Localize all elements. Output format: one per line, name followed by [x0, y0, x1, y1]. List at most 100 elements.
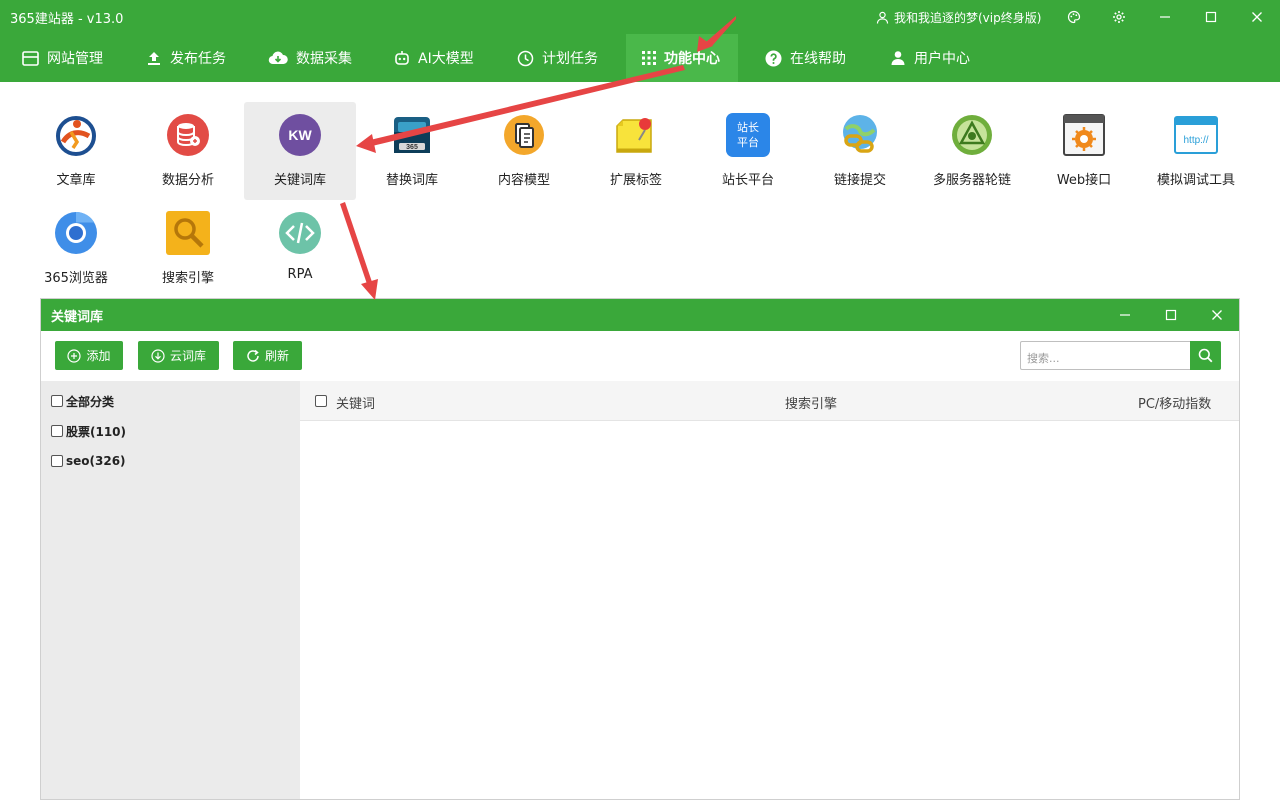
fn-link-submit[interactable]: 链接提交	[804, 102, 916, 200]
user-name: 我和我追逐的梦(vip终身版)	[894, 11, 1042, 25]
webmaster-icon: 站长 平台	[725, 112, 771, 158]
add-button[interactable]: 添加	[55, 341, 123, 370]
fn-multi-server-link[interactable]: 多服务器轮链	[916, 102, 1028, 200]
search-input[interactable]: 搜索...	[1020, 341, 1190, 370]
fn-label: RPA	[287, 267, 313, 282]
category-checkbox[interactable]	[51, 395, 63, 407]
help-icon	[765, 50, 782, 66]
svg-text:平台: 平台	[737, 135, 759, 149]
search-engine-icon	[165, 210, 211, 256]
fn-webmaster-platform[interactable]: 站长 平台 站长平台	[692, 102, 804, 200]
kw-icon: KW	[277, 112, 323, 158]
annotation-arrow-head	[361, 279, 378, 300]
category-item-stocks[interactable]: 股票(110)	[51, 422, 126, 440]
dialog-minimize-icon[interactable]	[1116, 306, 1134, 324]
refresh-icon	[247, 349, 259, 362]
fn-search-engine[interactable]: 搜索引擎	[132, 200, 244, 298]
fn-label: 多服务器轮链	[932, 173, 1011, 188]
category-checkbox[interactable]	[51, 455, 63, 467]
fn-label: 365浏览器	[44, 271, 108, 286]
fn-replace-library[interactable]: 365 替换词库	[356, 102, 468, 200]
user-outline-icon	[876, 11, 889, 24]
fn-content-model[interactable]: 内容模型	[468, 102, 580, 200]
settings-gear-icon[interactable]	[1110, 8, 1128, 26]
app-title: 365建站器 - v13.0	[10, 12, 124, 27]
fn-keyword-library[interactable]: KW 关键词库	[244, 102, 356, 200]
link-submit-icon	[837, 112, 883, 158]
dialog-close-icon[interactable]	[1208, 306, 1226, 324]
replace-library-icon: 365	[389, 112, 435, 158]
article-library-icon	[53, 112, 99, 158]
dialog-maximize-icon[interactable]	[1162, 306, 1180, 324]
theme-palette-icon[interactable]	[1065, 8, 1083, 26]
keyword-table-header: 关键词 搜索引擎 PC/移动指数	[300, 381, 1239, 421]
fn-label: 内容模型	[497, 173, 550, 188]
fn-365-browser[interactable]: 365浏览器	[20, 200, 132, 298]
code-icon	[277, 210, 323, 256]
fn-label: 替换词库	[385, 173, 438, 188]
tag-pin-icon	[613, 112, 659, 158]
content-model-icon	[501, 112, 547, 158]
fn-data-analysis[interactable]: 数据分析	[132, 102, 244, 200]
plus-circle-icon	[67, 348, 82, 363]
category-item-seo[interactable]: seo(326)	[51, 452, 126, 470]
column-keyword[interactable]: 关键词	[336, 393, 375, 412]
clock-icon	[517, 50, 534, 66]
fn-label: 数据分析	[161, 173, 214, 188]
fn-web-api[interactable]: Web接口	[1028, 102, 1140, 200]
dialog-title-bar: 关键词库	[41, 299, 1239, 331]
column-search-engine[interactable]: 搜索引擎	[785, 393, 837, 412]
svg-text:365: 365	[406, 144, 418, 151]
category-sidebar: 全部分类 股票(110) seo(326)	[41, 381, 300, 799]
fn-article-library[interactable]: 文章库	[20, 102, 132, 200]
main-nav: 网站管理 发布任务 数据采集 AI大模型 计划任务 功能中心 在线帮助 用户中心	[0, 34, 1280, 82]
cloud-library-button[interactable]: 云词库	[138, 341, 219, 370]
nav-online-help[interactable]: 在线帮助	[765, 34, 846, 82]
fn-label: 链接提交	[833, 173, 886, 188]
fn-http-debug-tool[interactable]: http:// 模拟调试工具	[1140, 102, 1252, 200]
nav-scheduled-task[interactable]: 计划任务	[517, 34, 598, 82]
keyword-library-dialog: 关键词库 添加 云词库 刷新 搜索... 全部分类 股票(110) seo(32…	[40, 298, 1240, 800]
user-account[interactable]: 我和我追逐的梦(vip终身版)	[876, 9, 1041, 26]
fn-extension-tags[interactable]: 扩展标签	[580, 102, 692, 200]
nav-website-management[interactable]: 网站管理	[22, 34, 103, 82]
layout-icon	[22, 50, 39, 66]
category-checkbox[interactable]	[51, 425, 63, 437]
nav-data-collection[interactable]: 数据采集	[268, 34, 352, 82]
web-api-icon	[1061, 112, 1107, 158]
browser-icon	[53, 210, 99, 256]
select-all-checkbox[interactable]	[315, 395, 327, 407]
fn-label: 关键词库	[273, 173, 326, 188]
nav-user-center[interactable]: 用户中心	[890, 34, 970, 82]
category-item-all[interactable]: 全部分类	[51, 392, 114, 410]
fn-label: 站长平台	[721, 173, 774, 188]
svg-text:http://: http://	[1183, 135, 1208, 146]
dialog-title: 关键词库	[51, 310, 104, 325]
grid-icon	[642, 51, 656, 65]
svg-text:KW: KW	[288, 127, 312, 143]
fn-label: 扩展标签	[609, 173, 662, 188]
fn-label: 模拟调试工具	[1156, 173, 1235, 188]
fn-label: 文章库	[56, 173, 96, 188]
nav-function-center[interactable]: 功能中心	[626, 34, 738, 82]
column-pc-mobile-index[interactable]: PC/移动指数	[1138, 393, 1211, 412]
fn-label: Web接口	[1056, 173, 1112, 188]
download-circle-icon	[151, 348, 165, 363]
nav-publish-task[interactable]: 发布任务	[146, 34, 226, 82]
database-icon	[165, 112, 211, 158]
nav-ai-model[interactable]: AI大模型	[394, 34, 474, 82]
close-icon[interactable]	[1248, 8, 1266, 26]
cloud-download-icon	[268, 51, 288, 65]
fn-rpa[interactable]: RPA	[244, 200, 356, 298]
refresh-button[interactable]: 刷新	[233, 341, 302, 370]
fn-label: 搜索引擎	[161, 271, 214, 286]
search-icon	[1198, 348, 1213, 363]
search-button[interactable]	[1190, 341, 1221, 370]
robot-icon	[395, 51, 409, 65]
svg-text:站长: 站长	[737, 120, 759, 134]
user-icon	[891, 51, 905, 65]
maximize-icon[interactable]	[1202, 8, 1220, 26]
minimize-icon[interactable]	[1156, 8, 1174, 26]
http-debug-icon: http://	[1173, 112, 1219, 158]
title-bar: 365建站器 - v13.0 我和我追逐的梦(vip终身版)	[0, 0, 1280, 34]
